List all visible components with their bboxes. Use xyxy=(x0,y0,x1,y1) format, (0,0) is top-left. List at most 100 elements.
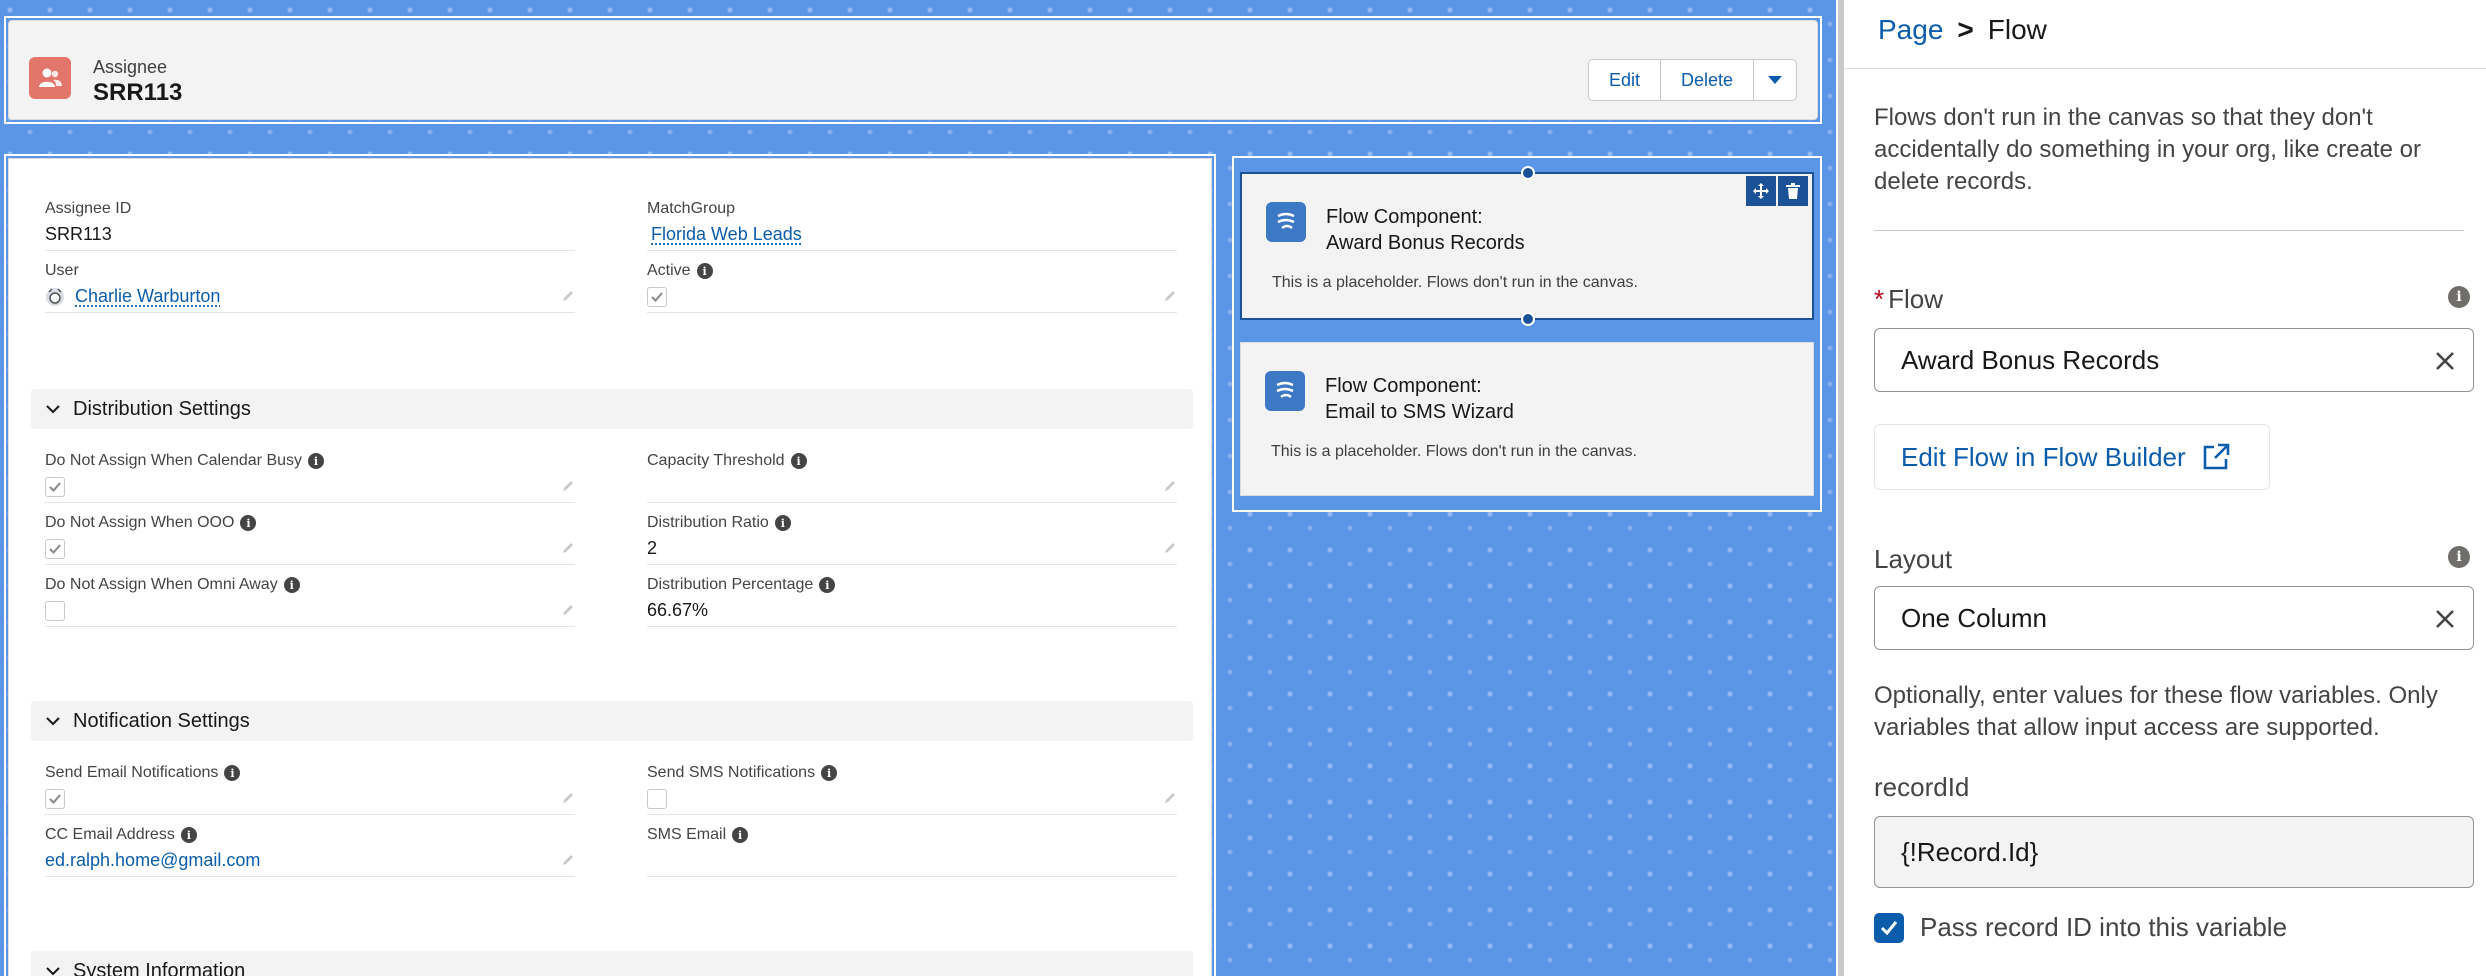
layout-label: Layout xyxy=(1874,544,1953,574)
field-label-text: Send Email Notifications xyxy=(45,764,219,781)
divider xyxy=(1844,68,2486,69)
flow-component-card[interactable]: Flow Component: Email to SMS Wizard This… xyxy=(1240,342,1814,496)
flow-label-text: Flow xyxy=(1888,284,1944,314)
breadcrumb-current: Flow xyxy=(1987,14,2047,45)
flow-component-title: Flow Component: Award Bonus Records xyxy=(1326,204,1525,256)
info-icon[interactable]: i xyxy=(821,765,838,781)
field-value: Charlie Warburton xyxy=(45,281,575,313)
pass-record-id-checkbox[interactable] xyxy=(1874,912,1904,943)
user-link[interactable]: Charlie Warburton xyxy=(75,286,220,307)
info-icon[interactable]: i xyxy=(2448,286,2470,308)
field-label: Distribution Percentage i xyxy=(647,575,1177,595)
user-group-icon xyxy=(29,57,71,99)
ooo-checkbox xyxy=(45,538,65,559)
layout-value: One Column xyxy=(1901,602,2047,633)
more-actions-button[interactable] xyxy=(1753,59,1797,101)
info-icon[interactable]: i xyxy=(2448,546,2470,568)
field-label: Distribution Ratio i xyxy=(647,513,1177,533)
field-label: Capacity Threshold i xyxy=(647,451,1177,471)
field-label-text: Do Not Assign When OOO xyxy=(45,514,235,531)
section-notification-settings[interactable]: Notification Settings xyxy=(31,701,1193,741)
property-panel: Page > Flow Flows don't run in the canva… xyxy=(1838,0,2486,976)
info-icon[interactable]: i xyxy=(308,453,325,469)
field-cc-email: CC Email Address i ed.ralph.home@gmail.co… xyxy=(45,825,575,877)
field-calendar-busy: Do Not Assign When Calendar Busy i xyxy=(45,451,575,503)
close-icon[interactable] xyxy=(2431,347,2459,375)
chevron-down-icon xyxy=(46,967,60,976)
field-label-text: Send SMS Notifications xyxy=(647,764,816,781)
flow-placeholder-text: This is a placeholder. Flows don't run i… xyxy=(1272,274,1638,291)
field-user: User Charlie Warburton xyxy=(45,261,575,313)
info-icon[interactable]: i xyxy=(283,577,300,593)
field-distribution-ratio: Distribution Ratio i 2 xyxy=(647,513,1177,565)
field-value xyxy=(647,471,1177,503)
section-distribution-settings[interactable]: Distribution Settings xyxy=(31,389,1193,429)
send-sms-checkbox xyxy=(647,788,667,809)
field-send-sms: Send SMS Notifications i xyxy=(647,763,1177,815)
flow-value: Award Bonus Records xyxy=(1901,344,2160,375)
field-label: Send SMS Notifications i xyxy=(647,763,1177,783)
card-toolbar xyxy=(1746,176,1808,206)
delete-button[interactable]: Delete xyxy=(1659,59,1754,101)
panel-intro-text: Flows don't run in the canvas so that th… xyxy=(1874,104,2421,195)
layout-combobox[interactable]: One Column xyxy=(1874,586,2474,650)
pencil-icon[interactable] xyxy=(561,479,575,493)
page-canvas: Assignee SRR113 Edit Delete Assignee ID … xyxy=(0,0,1836,976)
breadcrumb-page-link[interactable]: Page xyxy=(1878,14,1943,46)
edit-flow-in-builder-button[interactable]: Edit Flow in Flow Builder xyxy=(1874,424,2270,490)
info-icon[interactable]: i xyxy=(224,765,241,781)
flow-variables-help-text: Optionally, enter values for these flow … xyxy=(1874,682,2438,741)
field-label-text: Active xyxy=(647,262,691,279)
checkmark-icon xyxy=(49,543,61,554)
pass-record-id-row: Pass record ID into this variable xyxy=(1874,912,2287,943)
move-icon[interactable] xyxy=(1746,176,1776,206)
pencil-icon[interactable] xyxy=(1163,791,1177,805)
field-value: 2 xyxy=(647,533,1177,565)
trash-icon[interactable] xyxy=(1778,176,1808,206)
info-icon[interactable]: i xyxy=(819,577,836,593)
section-title: Notification Settings xyxy=(73,709,250,732)
info-icon[interactable]: i xyxy=(240,515,257,531)
info-icon[interactable]: i xyxy=(790,453,807,469)
info-icon[interactable]: i xyxy=(774,515,791,531)
record-header[interactable]: Assignee SRR113 Edit Delete xyxy=(8,20,1818,120)
edit-flow-button-label: Edit Flow in Flow Builder xyxy=(1901,441,2186,472)
info-icon[interactable]: i xyxy=(696,263,713,279)
pencil-icon[interactable] xyxy=(561,853,575,867)
header-button-group: Edit Delete xyxy=(1587,59,1797,101)
info-icon[interactable]: i xyxy=(732,827,749,843)
flow-combobox[interactable]: Award Bonus Records xyxy=(1874,328,2474,392)
cc-email-link[interactable]: ed.ralph.home@gmail.com xyxy=(45,850,260,871)
close-icon[interactable] xyxy=(2431,605,2459,633)
record-title: SRR113 xyxy=(93,79,183,106)
edit-button[interactable]: Edit xyxy=(1587,59,1661,101)
section-system-information[interactable]: System Information xyxy=(31,951,1193,976)
pencil-icon[interactable] xyxy=(1163,289,1177,303)
info-icon[interactable]: i xyxy=(180,827,197,843)
flow-icon xyxy=(1265,371,1305,411)
flow-placeholder-text: This is a placeholder. Flows don't run i… xyxy=(1271,443,1637,460)
insert-above-handle[interactable] xyxy=(1521,166,1535,180)
pencil-icon[interactable] xyxy=(1163,479,1177,493)
external-link-icon xyxy=(2203,443,2229,470)
field-match-group: MatchGroup Florida Web Leads xyxy=(647,199,1177,251)
checkmark-icon xyxy=(1880,920,1898,935)
pencil-icon[interactable] xyxy=(561,289,575,303)
pencil-icon[interactable] xyxy=(561,603,575,617)
field-value xyxy=(45,533,575,565)
pencil-icon[interactable] xyxy=(1163,541,1177,555)
field-assignee-id: Assignee ID SRR113 xyxy=(45,199,575,251)
flow-component-card[interactable]: Flow Component: Award Bonus Records This… xyxy=(1240,166,1814,326)
checkmark-icon xyxy=(651,291,663,302)
user-avatar-icon xyxy=(46,287,64,306)
flow-component-title: Flow Component: Email to SMS Wizard xyxy=(1325,373,1514,425)
object-type-label: Assignee xyxy=(93,57,168,77)
record-id-input[interactable]: {!Record.Id} xyxy=(1874,816,2474,888)
match-group-link[interactable]: Florida Web Leads xyxy=(651,224,802,245)
field-distribution-percentage: Distribution Percentage i 66.67% xyxy=(647,575,1177,627)
flow-component-name: Email to SMS Wizard xyxy=(1325,401,1514,423)
insert-below-handle[interactable] xyxy=(1521,312,1535,326)
calendar-busy-checkbox xyxy=(45,476,65,497)
pencil-icon[interactable] xyxy=(561,541,575,555)
pencil-icon[interactable] xyxy=(561,791,575,805)
